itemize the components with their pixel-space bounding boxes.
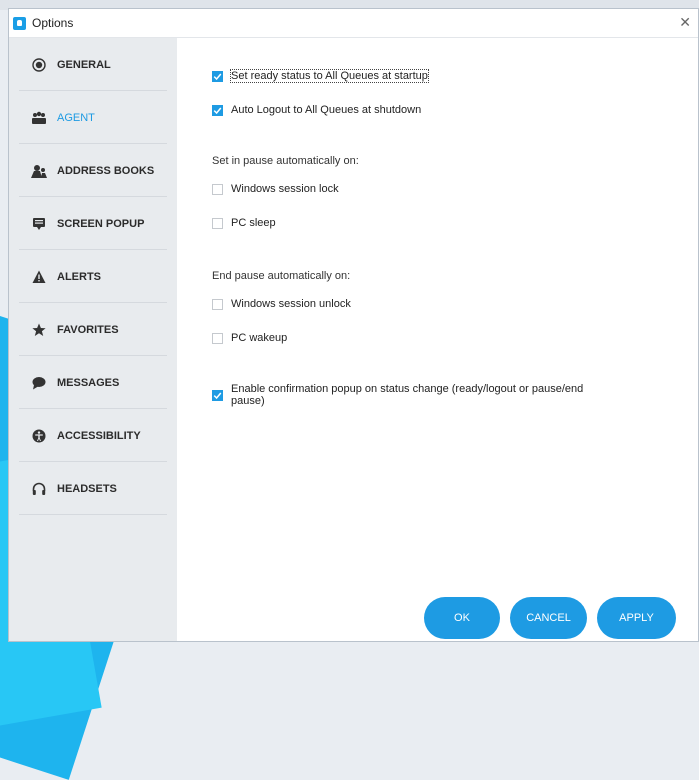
- ready-at-startup-label: Set ready status to All Queues at startu…: [230, 69, 429, 83]
- address-books-icon: [31, 163, 47, 179]
- sidebar-item-label: HEADSETS: [57, 482, 117, 495]
- close-icon[interactable]: ✕: [679, 14, 691, 30]
- sidebar-item-label: SCREEN POPUP: [57, 217, 145, 230]
- window-title: Options: [32, 16, 74, 30]
- sidebar-item-screen-popup[interactable]: SCREEN POPUP: [9, 197, 177, 250]
- sidebar-item-label: ALERTS: [57, 270, 101, 283]
- ready-at-startup-option[interactable]: Set ready status to All Queues at startu…: [212, 69, 429, 83]
- agent-icon: [31, 110, 47, 126]
- logout-at-shutdown-option[interactable]: Auto Logout to All Queues at shutdown: [212, 104, 421, 116]
- title-bar[interactable]: Options ✕: [9, 9, 698, 38]
- sidebar-item-label: ADDRESS BOOKS: [57, 164, 155, 177]
- logout-at-shutdown-label: Auto Logout to All Queues at shutdown: [231, 104, 422, 116]
- end-pause-section-heading: End pause automatically on:: [212, 270, 351, 282]
- confirm-popup-label: Enable confirmation popup on status chan…: [231, 383, 584, 407]
- ready-at-startup-checkbox[interactable]: [212, 71, 223, 82]
- pause-on-sleep-option[interactable]: PC sleep: [212, 217, 276, 229]
- app-icon: [13, 16, 26, 30]
- sidebar-item-label: FAVORITES: [57, 323, 119, 336]
- ok-button[interactable]: OK: [424, 597, 500, 639]
- pause-on-sleep-checkbox[interactable]: [212, 218, 223, 229]
- confirm-popup-checkbox[interactable]: [212, 389, 223, 401]
- pause-section-heading: Set in pause automatically on:: [212, 155, 359, 167]
- confirm-popup-option[interactable]: Enable confirmation popup on status chan…: [212, 383, 611, 407]
- cancel-button[interactable]: CANCEL: [510, 597, 587, 639]
- sidebar-item-label: ACCESSIBILITY: [57, 429, 141, 442]
- sidebar-item-label: MESSAGES: [57, 376, 120, 389]
- end-on-unlock-checkbox[interactable]: [212, 299, 223, 310]
- headset-icon: [31, 481, 47, 497]
- end-on-unlock-label: Windows session unlock: [231, 298, 351, 310]
- end-on-wakeup-option[interactable]: PC wakeup: [212, 332, 287, 344]
- sidebar-item-favorites[interactable]: FAVORITES: [9, 303, 177, 356]
- sidebar-item-headsets[interactable]: HEADSETS: [9, 462, 177, 515]
- sidebar-item-messages[interactable]: MESSAGES: [9, 356, 177, 409]
- pause-on-sleep-label: PC sleep: [231, 217, 276, 229]
- sidebar-item-agent[interactable]: AGENT: [9, 91, 177, 144]
- sidebar-item-accessibility[interactable]: ACCESSIBILITY: [9, 409, 177, 462]
- pause-on-lock-option[interactable]: Windows session lock: [212, 183, 339, 195]
- screen-popup-icon: [31, 216, 47, 232]
- options-dialog: Options ✕ GENERAL AGENT ADDRESS BOOKS SC…: [8, 8, 699, 642]
- end-on-wakeup-checkbox[interactable]: [212, 333, 223, 344]
- sidebar-item-address-books[interactable]: ADDRESS BOOKS: [9, 144, 177, 197]
- apply-button[interactable]: APPLY: [597, 597, 676, 639]
- pause-on-lock-label: Windows session lock: [231, 183, 339, 195]
- sidebar-item-label: GENERAL: [57, 58, 111, 71]
- sidebar-item-general[interactable]: GENERAL: [9, 38, 177, 91]
- sidebar: GENERAL AGENT ADDRESS BOOKS SCREEN POPUP…: [9, 38, 177, 641]
- star-icon: [31, 322, 47, 338]
- end-on-unlock-option[interactable]: Windows session unlock: [212, 298, 351, 310]
- message-icon: [31, 375, 47, 391]
- logout-at-shutdown-checkbox[interactable]: [212, 105, 223, 116]
- pause-on-lock-checkbox[interactable]: [212, 184, 223, 195]
- sidebar-item-alerts[interactable]: ALERTS: [9, 250, 177, 303]
- general-icon: [31, 57, 47, 73]
- accessibility-icon: [31, 428, 47, 444]
- agent-settings-panel: Set ready status to All Queues at startu…: [177, 38, 698, 641]
- sidebar-item-label: AGENT: [57, 111, 95, 124]
- alert-icon: [31, 269, 47, 285]
- end-on-wakeup-label: PC wakeup: [231, 332, 288, 344]
